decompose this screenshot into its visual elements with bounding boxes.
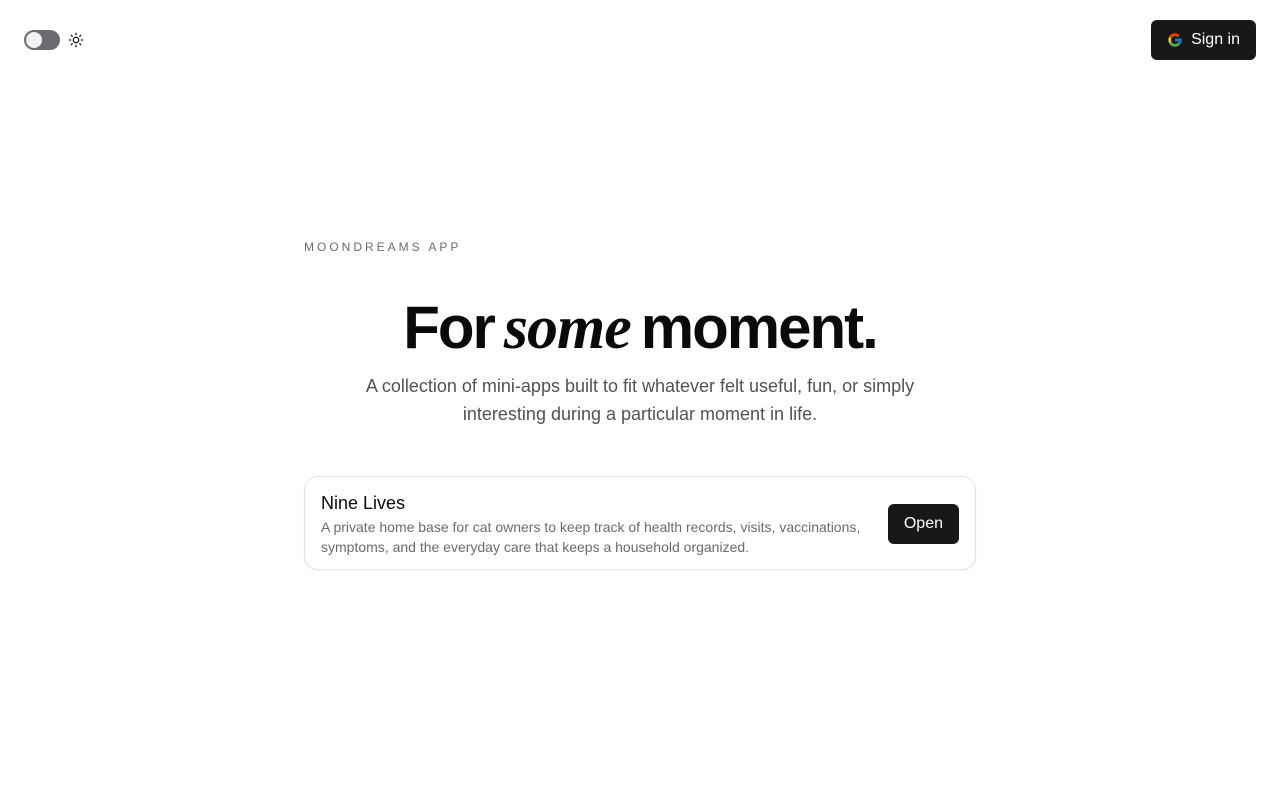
theme-toggle-knob: [26, 32, 42, 48]
sun-icon: [68, 32, 84, 48]
headline-accent: some: [503, 294, 632, 362]
headline-after: moment.: [640, 294, 879, 361]
hero-section: MOONDREAMS APP For some moment. A collecti…: [304, 240, 976, 570]
google-icon: [1168, 33, 1182, 47]
open-app-button[interactable]: Open: [887, 504, 959, 544]
sign-in-label: Sign in: [1191, 31, 1240, 48]
app-card-nine-lives: Nine Lives A private home base for cat o…: [304, 476, 976, 570]
theme-toggle-switch[interactable]: [24, 30, 60, 50]
app-card-title: Nine Lives: [321, 493, 406, 513]
page-subtitle: A collection of mini-apps built to fit w…: [365, 376, 915, 424]
page-title: For some moment.: [304, 292, 976, 364]
eyebrow-label: MOONDREAMS APP: [304, 240, 462, 254]
landing-page: Sign in MOONDREAMS APP For some moment. A …: [0, 0, 1280, 800]
theme-switcher: [24, 30, 84, 50]
headline-before: For: [403, 294, 496, 361]
sign-in-button[interactable]: Sign in: [1151, 20, 1256, 60]
app-card-text: Nine Lives A private home base for cat o…: [321, 491, 866, 557]
app-card-description: A private home base for cat owners to ke…: [321, 519, 861, 555]
